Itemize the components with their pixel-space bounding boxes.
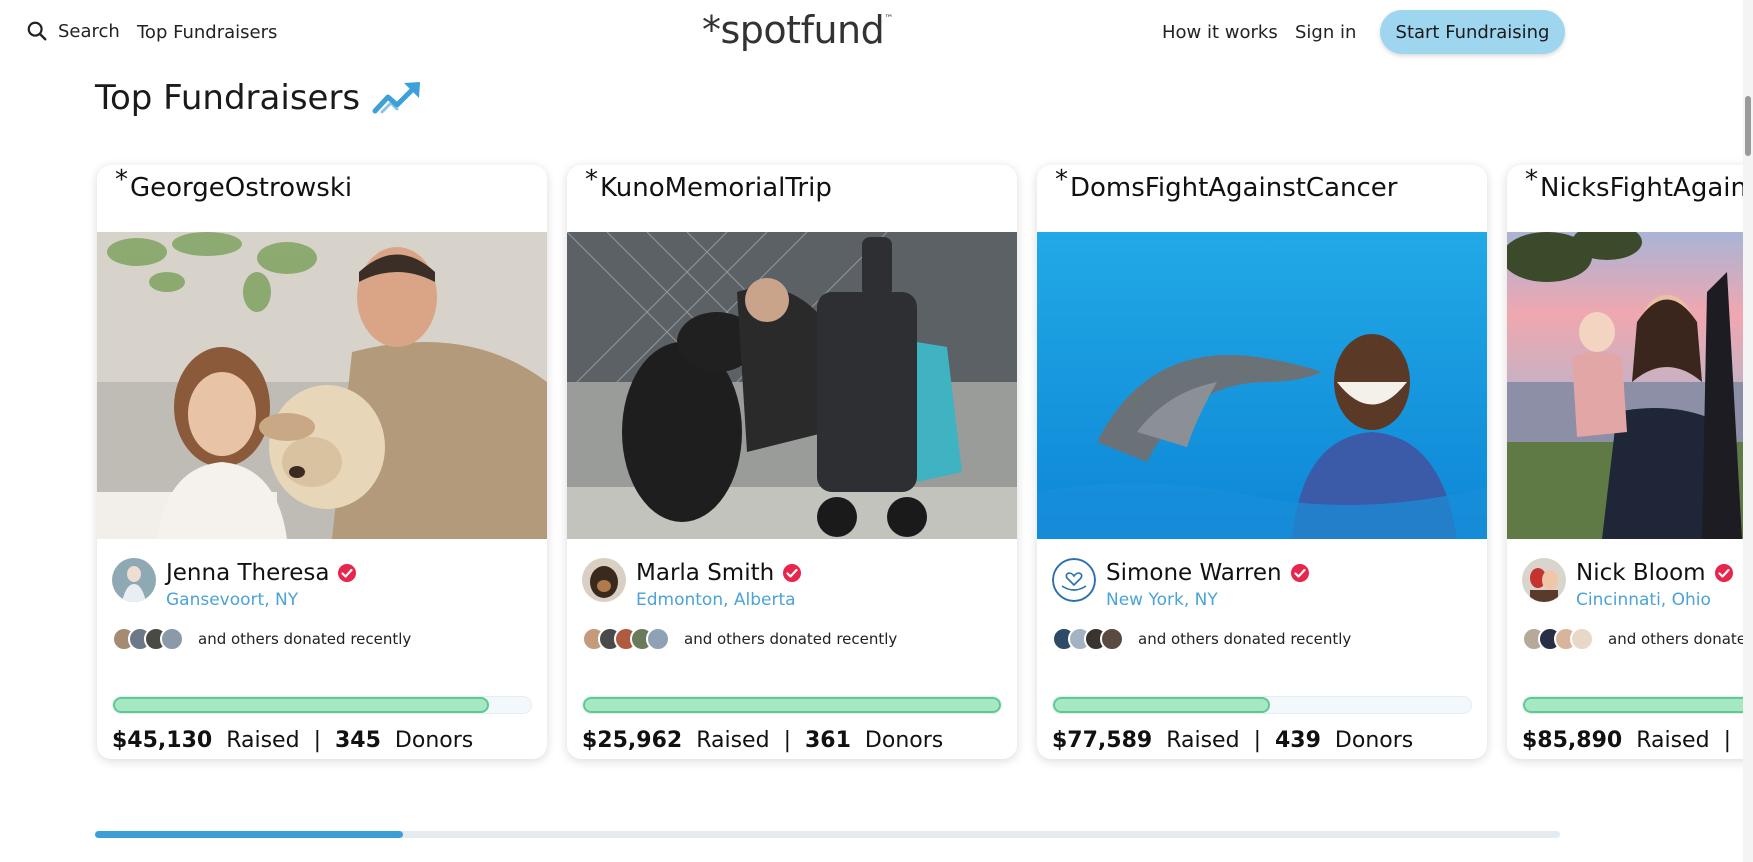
progress-bar bbox=[112, 696, 532, 714]
verified-badge-icon bbox=[338, 564, 357, 582]
recent-donors: and others donated recently bbox=[1052, 627, 1351, 651]
raised-amount: $85,890 bbox=[1522, 728, 1623, 753]
page-scrollbar[interactable] bbox=[1743, 0, 1753, 862]
card-title-text: NicksFightAgain bbox=[1540, 173, 1745, 203]
raised-amount: $77,589 bbox=[1052, 728, 1153, 753]
donor-avatars bbox=[112, 627, 184, 651]
search-icon bbox=[27, 21, 47, 41]
fundraiser-stats: $77,589 Raised | 439 Donors bbox=[1052, 728, 1413, 753]
owner-avatar[interactable] bbox=[1522, 558, 1566, 602]
search-button[interactable]: Search bbox=[26, 20, 120, 42]
donors-label: Donors bbox=[394, 728, 474, 753]
search-label: Search bbox=[58, 20, 120, 42]
recent-donors: and others donated recently bbox=[112, 627, 411, 651]
verified-badge-icon bbox=[783, 564, 802, 582]
owner-name[interactable]: Jenna Theresa bbox=[166, 560, 329, 586]
raised-label: Raised bbox=[1166, 728, 1240, 753]
donated-recently-text: and others donated recently bbox=[684, 630, 898, 648]
nav-sign-in[interactable]: Sign in bbox=[1295, 22, 1356, 43]
fundraiser-stats: $45,130 Raised | 345 Donors bbox=[112, 728, 473, 753]
fundraiser-card[interactable]: *GeorgeOstrowski Jenna Theresa Gansevoor… bbox=[97, 165, 547, 759]
recent-donors: and others donated bbox=[1522, 627, 1745, 651]
donor-count: 439 bbox=[1274, 728, 1321, 753]
donated-recently-text: and others donated bbox=[1608, 630, 1745, 648]
owner-location: Edmonton, Alberta bbox=[636, 590, 796, 610]
progress-bar bbox=[1522, 696, 1745, 714]
progress-fill bbox=[583, 697, 1001, 713]
raised-label: Raised bbox=[696, 728, 770, 753]
donated-recently-text: and others donated recently bbox=[198, 630, 412, 648]
trending-up-icon bbox=[372, 82, 421, 114]
start-fundraising-button[interactable]: Start Fundraising bbox=[1380, 10, 1565, 54]
owner-avatar[interactable] bbox=[582, 558, 626, 602]
donor-avatars bbox=[1522, 627, 1594, 651]
raised-label: Raised bbox=[1636, 728, 1710, 753]
owner-avatar[interactable] bbox=[1052, 558, 1096, 602]
carousel-scroll-thumb[interactable] bbox=[95, 831, 403, 838]
progress-bar bbox=[1052, 696, 1472, 714]
raised-amount: $25,962 bbox=[582, 728, 683, 753]
owner-location: Gansevoort, NY bbox=[166, 590, 299, 610]
owner-name[interactable]: Simone Warren bbox=[1106, 560, 1282, 586]
owner-name[interactable]: Marla Smith bbox=[636, 560, 774, 586]
logo-text: *spotfund bbox=[702, 8, 885, 52]
owner-location: Cincinnati, Ohio bbox=[1576, 590, 1711, 610]
owner-name[interactable]: Nick Bloom bbox=[1576, 560, 1706, 586]
stats-separator: | bbox=[1723, 728, 1731, 753]
donor-avatars bbox=[1052, 627, 1124, 651]
page-scroll-thumb[interactable] bbox=[1745, 96, 1751, 156]
progress-fill bbox=[1523, 697, 1745, 713]
fundraiser-stats: $85,890 Raised | 523 bbox=[1522, 728, 1745, 753]
fundraiser-card[interactable]: *DomsFightAgainstCancer Simone Warren Ne… bbox=[1037, 165, 1487, 759]
fundraiser-photo[interactable] bbox=[1507, 232, 1745, 539]
fundraiser-carousel[interactable]: *GeorgeOstrowski Jenna Theresa Gansevoor… bbox=[0, 150, 1745, 790]
card-title: *NicksFightAgain bbox=[1525, 165, 1745, 203]
owner-location: New York, NY bbox=[1106, 590, 1218, 610]
owner-avatar[interactable] bbox=[112, 558, 156, 602]
fundraiser-photo[interactable] bbox=[1037, 232, 1487, 539]
site-header: Search Top Fundraisers *spotfund™ How it… bbox=[0, 0, 1753, 66]
section-header: Top Fundraisers bbox=[95, 78, 422, 118]
nav-top-fundraisers[interactable]: Top Fundraisers bbox=[137, 22, 277, 43]
raised-amount: $45,130 bbox=[112, 728, 213, 753]
donors-label: Donors bbox=[1334, 728, 1414, 753]
progress-fill bbox=[113, 697, 490, 713]
stats-separator: | bbox=[313, 728, 321, 753]
owner-info: Jenna Theresa Gansevoort, NY bbox=[112, 558, 357, 610]
donor-count: 361 bbox=[804, 728, 851, 753]
section-title: Top Fundraisers bbox=[95, 78, 361, 118]
recent-donors: and others donated recently bbox=[582, 627, 897, 651]
carousel-scrollbar[interactable] bbox=[95, 831, 1560, 838]
owner-info: Simone Warren New York, NY bbox=[1052, 558, 1310, 610]
spotfund-logo[interactable]: *spotfund™ bbox=[702, 8, 893, 52]
logo-trademark: ™ bbox=[884, 14, 893, 24]
stats-separator: | bbox=[1253, 728, 1261, 753]
fundraiser-stats: $25,962 Raised | 361 Donors bbox=[582, 728, 943, 753]
fundraiser-card[interactable]: *KunoMemorialTrip Marla Smith Edmonton, … bbox=[567, 165, 1017, 759]
donated-recently-text: and others donated recently bbox=[1138, 630, 1352, 648]
verified-badge-icon bbox=[1714, 564, 1733, 582]
card-title: *DomsFightAgainstCancer bbox=[1055, 165, 1398, 203]
fundraiser-card[interactable]: *NicksFightAgain Nick Bloom Cincinnati, … bbox=[1507, 165, 1745, 759]
stats-separator: | bbox=[783, 728, 791, 753]
progress-bar bbox=[582, 696, 1002, 714]
card-title: *GeorgeOstrowski bbox=[115, 165, 353, 203]
donor-count: 345 bbox=[334, 728, 381, 753]
raised-label: Raised bbox=[226, 728, 300, 753]
owner-info: Nick Bloom Cincinnati, Ohio bbox=[1522, 558, 1734, 610]
card-title: *KunoMemorialTrip bbox=[585, 165, 832, 203]
card-title-text: KunoMemorialTrip bbox=[600, 173, 832, 203]
progress-fill bbox=[1053, 697, 1271, 713]
fundraiser-photo[interactable] bbox=[567, 232, 1017, 539]
card-title-text: DomsFightAgainstCancer bbox=[1070, 173, 1398, 203]
card-title-text: GeorgeOstrowski bbox=[130, 173, 353, 203]
nav-how-it-works[interactable]: How it works bbox=[1162, 22, 1278, 43]
verified-badge-icon bbox=[1290, 564, 1309, 582]
donor-avatars bbox=[582, 627, 670, 651]
fundraiser-photo[interactable] bbox=[97, 232, 547, 539]
donors-label: Donors bbox=[864, 728, 944, 753]
owner-info: Marla Smith Edmonton, Alberta bbox=[582, 558, 802, 610]
